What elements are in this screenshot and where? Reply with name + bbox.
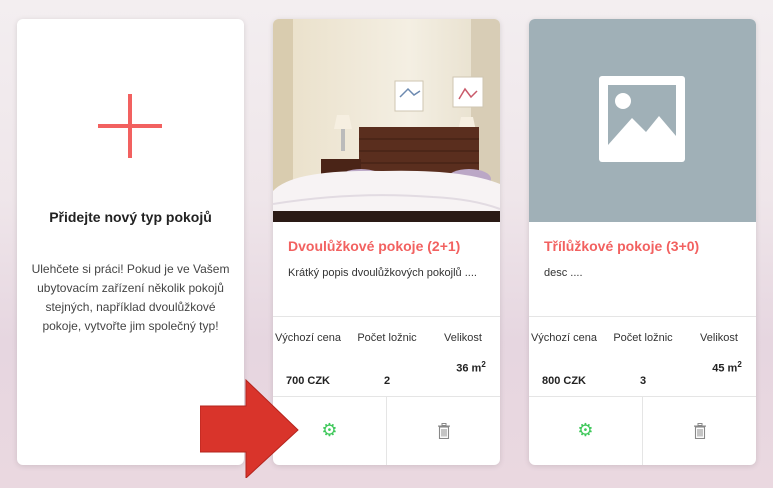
gear-icon: ⚙ (577, 420, 594, 440)
add-card-title: Přidejte nový typ pokojů (49, 209, 212, 225)
delete-button[interactable] (387, 396, 500, 465)
bedrooms-label: Počet ložnic (357, 332, 417, 344)
trash-icon (437, 422, 450, 439)
divider (529, 316, 756, 317)
room-actions: ⚙ (529, 396, 756, 465)
price-value: 800 CZK (541, 375, 587, 387)
edit-button[interactable]: ⚙ (529, 396, 643, 465)
room-photo (273, 19, 500, 222)
plus-icon[interactable] (98, 94, 162, 158)
bedrooms-label: Počet ložnic (613, 332, 673, 344)
delete-button[interactable] (643, 396, 756, 465)
bedrooms-value: 2 (383, 375, 391, 387)
room-description: desc .... (544, 267, 583, 279)
size-label: Velikost (700, 332, 738, 344)
room-type-card: Třílůžkové pokoje (3+0) desc .... Výchoz… (529, 19, 756, 465)
annotation-arrow-icon (200, 378, 299, 478)
gear-icon: ⚙ (321, 420, 338, 440)
room-description: Krátký popis dvoulůžkových pokojlů .... (288, 267, 477, 279)
add-card-text: Ulehčete si práci! Pokud je ve Vašem uby… (31, 262, 230, 333)
room-photo-placeholder (529, 19, 756, 222)
room-title[interactable]: Třílůžkové pokoje (3+0) (544, 238, 699, 254)
image-placeholder-icon (599, 76, 685, 162)
divider (273, 316, 500, 317)
size-label: Velikost (444, 332, 482, 344)
trash-icon (693, 422, 706, 439)
size-value: 45 m2 (712, 360, 742, 375)
size-value: 36 m2 (456, 360, 486, 375)
bedrooms-value: 3 (639, 375, 647, 387)
room-title[interactable]: Dvoulůžkové pokoje (2+1) (288, 238, 460, 254)
price-label: Výchozí cena (530, 332, 598, 344)
price-label: Výchozí cena (274, 332, 342, 344)
